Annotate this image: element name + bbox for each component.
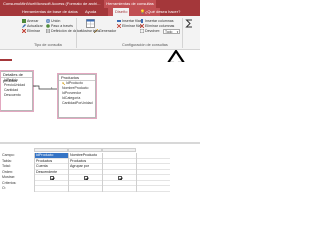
update-label: Actualizar: [27, 24, 43, 28]
query-setup-group-label: Configuración de consultas: [122, 43, 168, 47]
return-label-row: Devolver:: [140, 29, 160, 33]
table-selection-outline: [0, 70, 34, 112]
globe-icon: [46, 24, 50, 28]
builder-label: Generador: [99, 29, 117, 33]
window-title: ConsumoMiniVueMicrosoft Access (Formato …: [3, 1, 101, 6]
or-cell[interactable]: [103, 186, 136, 192]
insert-columns-button[interactable]: Insertar columnas: [140, 19, 174, 23]
title-bar: ConsumoMiniVueMicrosoft Access (Formato …: [0, 0, 200, 8]
return-dropdown[interactable]: Todo ▾: [163, 29, 180, 34]
insert-columns-label: Insertar columnas: [145, 19, 174, 23]
union-icon: [46, 19, 50, 23]
delete-rows-icon: [117, 24, 121, 28]
or-cell[interactable]: [35, 186, 68, 192]
insert-rows-button[interactable]: Insertar filas: [117, 19, 142, 23]
or-cell[interactable]: [69, 186, 102, 192]
delete-rows-button[interactable]: Eliminar filas: [117, 24, 142, 28]
query-type-group-label: Tipo de consulta: [34, 43, 62, 47]
union-query-button[interactable]: Unión: [46, 19, 60, 23]
tell-me-label: ¿Qué desea hacer?: [144, 9, 181, 14]
return-icon: [140, 29, 144, 33]
grid-column: [136, 153, 170, 192]
ribbon-group-divider: [76, 18, 77, 48]
join-many-marker: ∞: [34, 84, 37, 88]
chevron-down-icon: ▾: [176, 30, 179, 34]
append-query-button[interactable]: Anexar: [22, 19, 38, 23]
grid-column: [102, 153, 136, 192]
table-definition-icon: [46, 29, 50, 33]
wand-icon: [94, 29, 98, 33]
row-label-or: O:: [2, 186, 6, 190]
ribbon: Anexar Actualizar Eliminar Unión Paso a …: [0, 16, 200, 50]
sigma-icon: [185, 19, 192, 28]
return-value: Todo: [165, 30, 173, 34]
join-one-marker: 1: [51, 86, 53, 90]
ribbon-tab-strip: Herramientas de base de datos Ayuda Dise…: [0, 8, 200, 16]
delete-label: Eliminar: [27, 29, 40, 33]
pass-through-query-button[interactable]: Paso a través: [46, 24, 73, 28]
delete-columns-icon: [140, 24, 144, 28]
tab-database-tools[interactable]: Herramientas de base de datos: [22, 8, 78, 16]
grid-column: NombreProducto Productos Agrupar por: [68, 153, 102, 192]
insert-rows-icon: [117, 20, 121, 22]
delete-columns-label: Eliminar columnas: [145, 24, 175, 28]
grid-row-labels: Campo: Tabla: Total: Orden: Mostrar: Cri…: [0, 153, 34, 192]
insert-columns-icon: [141, 19, 143, 23]
table-selection-outline: [57, 73, 97, 119]
tab-design[interactable]: Diseño: [113, 8, 130, 16]
show-table-icon: [85, 19, 95, 28]
or-cell[interactable]: [137, 186, 170, 192]
tab-tell-me[interactable]: 💡¿Qué desea hacer?: [140, 8, 180, 16]
join-relationship-line[interactable]: [33, 80, 58, 92]
delete-x-icon: [22, 29, 26, 33]
builder-button[interactable]: Generador: [94, 29, 116, 33]
union-label: Unión: [51, 19, 61, 23]
tab-help[interactable]: Ayuda: [85, 8, 96, 16]
totals-button[interactable]: [185, 19, 194, 29]
column-selector[interactable]: [68, 148, 102, 152]
append-label: Anexar: [27, 19, 39, 23]
show-checkbox[interactable]: [84, 176, 88, 180]
return-label: Devolver:: [145, 29, 161, 33]
query-design-grid: Campo: Tabla: Total: Orden: Mostrar: Cri…: [0, 144, 200, 200]
column-selector[interactable]: [102, 148, 136, 152]
ribbon-group-divider: [182, 18, 183, 48]
delete-columns-button[interactable]: Eliminar columnas: [140, 24, 174, 28]
pencil-icon: [22, 24, 26, 28]
column-selector[interactable]: [34, 148, 68, 152]
delete-query-button[interactable]: Eliminar: [22, 29, 40, 33]
contextual-tools-title: Herramientas de consultas: [104, 0, 156, 8]
query-document-tab[interactable]: [0, 55, 12, 61]
insert-rows-label: Insertar filas: [122, 19, 142, 23]
show-checkbox[interactable]: [118, 176, 122, 180]
show-checkbox[interactable]: [50, 176, 54, 180]
grid-column: IdProducto Productos Cuenta Descendente: [34, 153, 68, 192]
append-icon: [22, 19, 26, 23]
pass-through-label: Paso a través: [51, 24, 73, 28]
update-query-button[interactable]: Actualizar: [22, 24, 43, 28]
